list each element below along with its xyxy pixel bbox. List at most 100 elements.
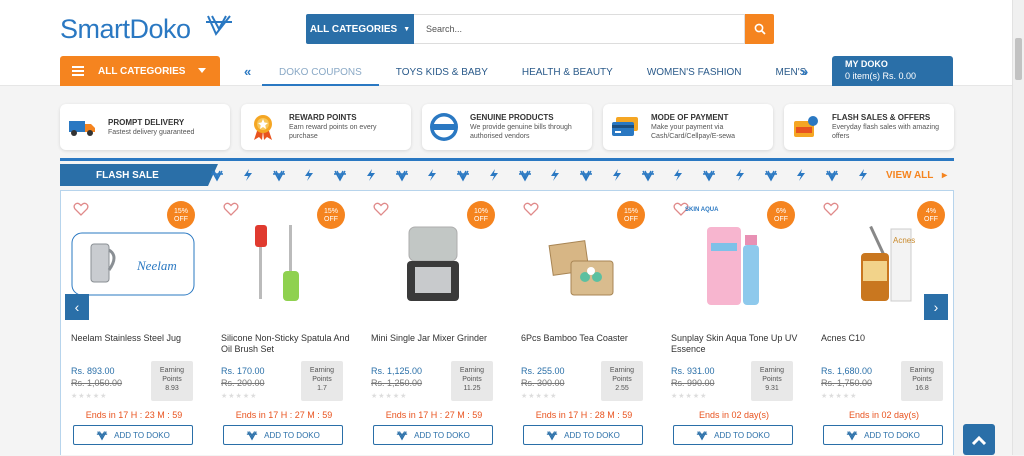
scrollbar-thumb[interactable] [1015, 38, 1022, 80]
add-to-doko-button[interactable]: ADD TO DOKO [223, 425, 343, 445]
genuine-seal-icon [428, 111, 460, 143]
countdown-timer: Ends in 17 H : 28 M : 59 [535, 410, 633, 420]
rating-stars: ★★★★★ [371, 393, 408, 400]
product-price: Rs. 893.00 [71, 366, 115, 376]
lightning-icon [612, 169, 621, 181]
doko-basket-icon [846, 431, 858, 441]
lightning-icon [305, 169, 314, 181]
product-card[interactable]: 15% OFF Silicone Non-Sticky Spatula And O… [211, 191, 361, 456]
product-old-price: Rs. 990.00 [671, 378, 715, 388]
earning-points-badge: Earning Points 11.25 [451, 361, 493, 401]
medal-icon [247, 111, 279, 143]
doko-basket-icon [457, 170, 469, 182]
product-price: Rs. 1,125.00 [371, 366, 423, 376]
product-card[interactable]: 15% OFF 6Pcs Bamboo Tea Coaster Rs. 255.0… [511, 191, 661, 456]
add-to-doko-button[interactable]: ADD TO DOKO [673, 425, 793, 445]
all-categories-menu[interactable]: ALL CATEGORIES [60, 56, 220, 86]
acnes-brand-mark: Acnes [893, 236, 915, 245]
product-name[interactable]: Sunplay Skin Aqua Tone Up UV Essence [671, 333, 801, 355]
doko-basket-icon [246, 431, 258, 441]
lightning-icon [243, 169, 252, 181]
add-to-doko-button[interactable]: ADD TO DOKO [73, 425, 193, 445]
doko-basket-icon [703, 170, 715, 182]
doko-basket-icon [696, 431, 708, 441]
lightning-icon [735, 169, 744, 181]
product-name[interactable]: Acnes C10 [821, 333, 951, 344]
wishlist-heart-icon[interactable] [373, 201, 389, 217]
product-old-price: Rs. 1,750.00 [821, 378, 873, 388]
product-name[interactable]: Mini Single Jar Mixer Grinder [371, 333, 501, 344]
doko-basket-icon [826, 170, 838, 182]
search-button[interactable] [745, 14, 774, 44]
view-all-link[interactable]: VIEW ALL ▸ [886, 170, 947, 181]
chevron-up-icon [971, 435, 987, 445]
earning-points-badge: Earning Points 2.55 [601, 361, 643, 401]
flash-sale-label: FLASH SALE [60, 164, 218, 186]
rating-stars: ★★★★★ [71, 393, 108, 400]
rating-stars: ★★★★★ [221, 393, 258, 400]
rating-stars: ★★★★★ [671, 393, 708, 400]
my-doko-cart[interactable]: MY DOKO 0 item(s) Rs. 0.00 [832, 56, 953, 86]
doko-basket-icon [211, 170, 223, 182]
countdown-timer: Ends in 17 H : 27 M : 59 [235, 410, 333, 420]
product-old-price: Rs. 200.00 [221, 378, 265, 388]
flash-sale-decoration [210, 166, 870, 184]
product-image[interactable] [371, 221, 495, 307]
tab-doko-coupons[interactable]: DOKO COUPONS [262, 56, 379, 86]
wishlist-heart-icon[interactable] [523, 201, 539, 217]
page-scrollbar[interactable] [1012, 0, 1024, 455]
product-image[interactable] [521, 221, 645, 307]
lightning-icon [366, 169, 375, 181]
rating-stars: ★★★★★ [521, 393, 558, 400]
product-card[interactable]: 4% OFF Acnes Acnes C10 Rs. 1,680.00 Rs. 1… [811, 191, 961, 456]
add-to-doko-button[interactable]: ADD TO DOKO [523, 425, 643, 445]
flash-sale-bar: FLASH SALE VIEW ALL ▸ [60, 158, 954, 186]
add-to-doko-button[interactable]: ADD TO DOKO [823, 425, 943, 445]
back-to-top-button[interactable] [963, 424, 995, 455]
add-to-doko-button[interactable]: ADD TO DOKO [373, 425, 493, 445]
search-input[interactable]: Search... [414, 14, 745, 44]
carousel-next-button[interactable]: › [924, 294, 948, 320]
category-tabs: DOKO COUPONS TOYS KIDS & BABY HEALTH & B… [262, 56, 808, 86]
flash-sale-carousel: 15% OFF Neelam Neelam Stainless Steel Jug… [60, 190, 954, 455]
countdown-timer: Ends in 02 day(s) [698, 410, 770, 420]
rating-stars: ★★★★★ [821, 393, 858, 400]
smartdoko-logo[interactable]: SmartDoko [60, 14, 232, 45]
product-name[interactable]: Neelam Stainless Steel Jug [71, 333, 201, 344]
product-image[interactable] [221, 221, 345, 307]
doko-basket-icon [396, 431, 408, 441]
feature-genuine-products: GENUINE PRODUCTS We provide genuine bill… [422, 104, 592, 150]
wishlist-heart-icon[interactable] [823, 201, 839, 217]
earning-points-badge: Earning Points 8.93 [151, 361, 193, 401]
product-card[interactable]: 10% OFF Mini Single Jar Mixer Grinder Rs.… [361, 191, 511, 456]
search-category-dropdown[interactable]: ALL CATEGORIES ▼ [306, 14, 414, 44]
feature-prompt-delivery: PROMPT DELIVERY Fastest delivery guarant… [60, 104, 230, 150]
product-card[interactable]: 6% OFF Sunplay Skin Aqua Tone Up UV Essen… [661, 191, 811, 456]
doko-basket-icon [580, 170, 592, 182]
tab-womens-fashion[interactable]: WOMEN'S FASHION [630, 56, 759, 86]
tab-toys-kids-baby[interactable]: TOYS KIDS & BABY [379, 56, 505, 86]
feature-flash-sales: FLASH SALES & OFFERS Everyday flash sale… [784, 104, 954, 150]
nav-prev-arrow[interactable]: « [244, 64, 251, 79]
doko-basket-icon [206, 15, 232, 36]
lightning-icon [428, 169, 437, 181]
product-image[interactable]: Neelam [71, 221, 195, 307]
product-name[interactable]: Silicone Non-Sticky Spatula And Oil Brus… [221, 333, 351, 355]
earning-points-badge: Earning Points 1.7 [301, 361, 343, 401]
wishlist-heart-icon[interactable] [223, 201, 239, 217]
tab-health-beauty[interactable]: HEALTH & BEAUTY [505, 56, 630, 86]
lightning-icon [858, 169, 867, 181]
product-name[interactable]: 6Pcs Bamboo Tea Coaster [521, 333, 651, 344]
feature-mode-of-payment: MODE OF PAYMENT Make your payment via Ca… [603, 104, 773, 150]
feature-reward-points: REWARD POINTS Earn reward points on ever… [241, 104, 411, 150]
wishlist-heart-icon[interactable] [73, 201, 89, 217]
credit-card-icon [609, 111, 641, 143]
countdown-timer: Ends in 02 day(s) [848, 410, 920, 420]
product-image[interactable] [671, 221, 795, 307]
product-card[interactable]: 15% OFF Neelam Neelam Stainless Steel Jug… [61, 191, 211, 456]
nav-next-arrow[interactable]: » [801, 64, 808, 79]
chevron-right-icon: ▸ [942, 170, 948, 181]
product-old-price: Rs. 1,050.00 [71, 378, 123, 388]
doko-basket-icon [272, 170, 285, 182]
carousel-prev-button[interactable]: ‹ [65, 294, 89, 320]
